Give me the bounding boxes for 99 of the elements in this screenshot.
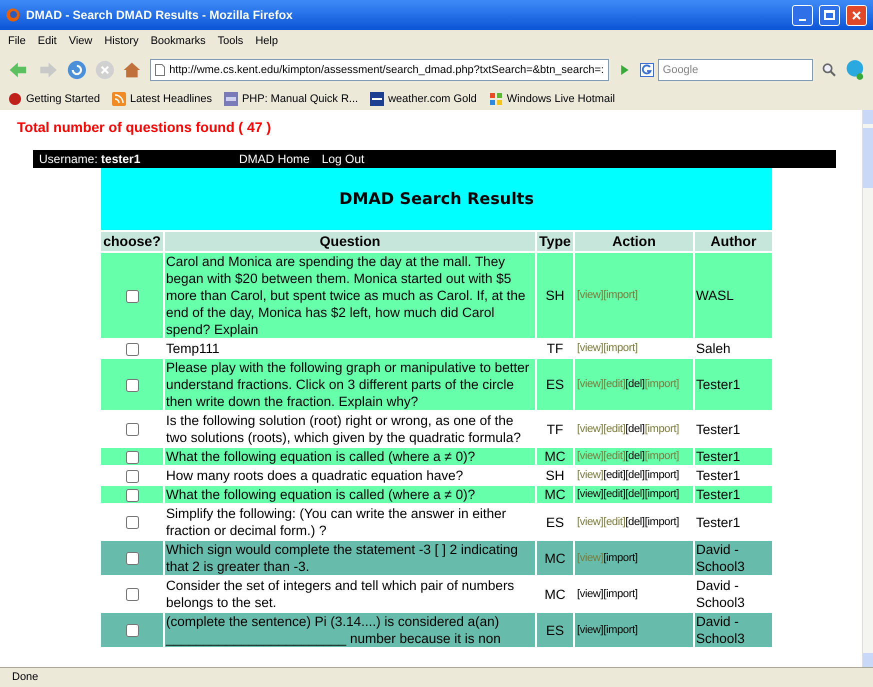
author-cell: David - School3	[695, 613, 772, 647]
checkbox[interactable]	[126, 624, 138, 638]
window-title: DMAD - Search DMAD Results - Mozilla Firefox	[26, 7, 294, 24]
maximize-button[interactable]	[819, 4, 840, 26]
author-cell: WASL	[695, 253, 772, 338]
question-cell: What the following equation is called (where a ≠ 0)?	[165, 448, 535, 465]
type-cell: SH	[537, 253, 573, 338]
menu-item[interactable]: View	[68, 32, 92, 50]
action-link[interactable]: [edit]	[603, 488, 626, 500]
action-link[interactable]: [view]	[577, 624, 604, 636]
nav-link[interactable]: DMAD Home	[239, 150, 310, 168]
results-count: Total number of questions found ( 47 )	[17, 118, 272, 136]
action-link[interactable]: [view]	[577, 469, 604, 481]
question-cell: Carol and Monica are spending the day at the mall. They began with $20 between them. Monica started out with $5 more than Carol, but spent twice as much as Carol. If, at the end of the day, Monica has $2 left, how much did Carol spend? Explain	[165, 253, 535, 338]
checkbox[interactable]	[126, 378, 138, 392]
menu-item[interactable]: History	[104, 32, 139, 50]
menu-item[interactable]: Bookmarks	[150, 32, 206, 50]
feed-icon	[112, 92, 126, 106]
action-link[interactable]: [view]	[577, 289, 604, 301]
type-cell: MC	[537, 448, 573, 465]
author-cell: David - School3	[695, 541, 772, 575]
action-link[interactable]: [del]	[625, 469, 645, 481]
action-link[interactable]: [view]	[577, 342, 604, 354]
menu-item[interactable]: Edit	[38, 32, 57, 50]
checkbox[interactable]	[126, 470, 138, 483]
bookmark-link[interactable]: PHP: Manual Quick R...	[242, 90, 358, 108]
reload-icon[interactable]	[66, 58, 87, 82]
type-cell: MC	[537, 541, 573, 575]
action-link[interactable]: [import]	[603, 588, 638, 600]
action-link[interactable]: [import]	[603, 552, 638, 564]
column-header: Question	[165, 232, 535, 251]
action-link[interactable]: [del]	[625, 516, 645, 528]
checkbox[interactable]	[126, 450, 138, 464]
bookmark-link[interactable]: Windows Live Hotmail	[506, 90, 615, 108]
action-link[interactable]: [import]	[644, 450, 679, 462]
column-header: Action	[575, 232, 693, 251]
question-cell: Please play with the following graph or manipulative to better understand fractions. Click on 3 different parts of the circle then write down the fraction. Explain why?	[165, 359, 535, 410]
action-link[interactable]: [import]	[603, 289, 638, 301]
action-link[interactable]: [edit]	[603, 469, 626, 481]
action-link[interactable]: [del]	[625, 450, 645, 462]
action-link[interactable]: [view]	[577, 450, 604, 462]
nav-link[interactable]: Log Out	[322, 150, 364, 168]
action-link[interactable]: [del]	[625, 488, 645, 500]
action-link[interactable]: [del]	[625, 422, 645, 434]
scrollbar[interactable]	[862, 110, 873, 667]
address-field[interactable]: http://wme.cs.kent.edu/kimpton/assessment/search_dmad.php?txtSearch=&btn_search=:	[150, 59, 609, 81]
minimize-button[interactable]	[792, 4, 813, 26]
bookmark-link[interactable]: Getting Started	[26, 90, 100, 108]
action-link[interactable]: [view]	[577, 422, 604, 434]
question-cell: What the following equation is called (where a ≠ 0)?	[165, 486, 535, 503]
close-icon	[851, 10, 862, 20]
menu-item[interactable]: Help	[255, 32, 278, 50]
type-cell: MC	[537, 486, 573, 503]
author-cell: Tester1	[695, 359, 772, 410]
checkbox[interactable]	[126, 423, 138, 436]
checkbox[interactable]	[126, 290, 138, 303]
checkbox[interactable]	[126, 552, 138, 566]
google-icon[interactable]	[640, 63, 654, 77]
close-button[interactable]	[846, 4, 867, 26]
bookmark-link[interactable]: Latest Headlines	[130, 90, 212, 108]
checkbox[interactable]	[126, 588, 138, 602]
author-cell: Tester1	[695, 448, 772, 465]
action-link[interactable]: [view]	[577, 378, 604, 390]
action-link[interactable]: [import]	[644, 516, 679, 528]
question-cell: Which sign would complete the statement -3 [ ] 2 indicating that 2 is greater than -3.	[165, 541, 535, 575]
column-header: Author	[695, 232, 772, 251]
action-link[interactable]: [import]	[644, 422, 679, 434]
action-link[interactable]: [view]	[577, 588, 604, 600]
action-link[interactable]: [import]	[603, 624, 638, 636]
username-label: Username: tester1	[39, 151, 142, 168]
type-cell: ES	[537, 359, 573, 410]
action-link[interactable]: [edit]	[603, 516, 626, 528]
menu-item[interactable]: Tools	[218, 32, 244, 50]
action-link[interactable]: [import]	[603, 342, 638, 354]
page-heading: DMAD Search Results	[339, 188, 534, 210]
column-header: Type	[537, 232, 573, 251]
action-link[interactable]: [view]	[577, 488, 604, 500]
action-link[interactable]: [edit]	[603, 422, 626, 434]
action-link[interactable]: [edit]	[603, 378, 626, 390]
firefox-icon	[6, 8, 20, 22]
action-link[interactable]: [import]	[644, 469, 679, 481]
status-text: Done	[12, 670, 38, 686]
checkbox[interactable]	[126, 342, 138, 356]
windows-icon	[488, 92, 503, 106]
action-link[interactable]: [import]	[644, 378, 679, 390]
question-cell: (complete the sentence) Pi (3.14....) is considered a(an) ________________________ number because it is non	[165, 613, 535, 647]
type-cell: ES	[537, 613, 573, 647]
bookmark-link[interactable]: weather.com Gold	[388, 90, 477, 108]
skype-icon[interactable]	[845, 57, 866, 83]
menu-item[interactable]: File	[8, 32, 26, 50]
author-cell: Tester1	[695, 486, 772, 503]
checkbox[interactable]	[126, 488, 138, 502]
action-link[interactable]: [import]	[644, 488, 679, 500]
action-link[interactable]: [view]	[577, 516, 604, 528]
action-link[interactable]: [del]	[625, 378, 645, 390]
checkbox[interactable]	[126, 516, 138, 530]
search-field[interactable]: Google	[658, 59, 813, 81]
column-header: choose?	[101, 232, 163, 251]
action-link[interactable]: [edit]	[603, 450, 626, 462]
